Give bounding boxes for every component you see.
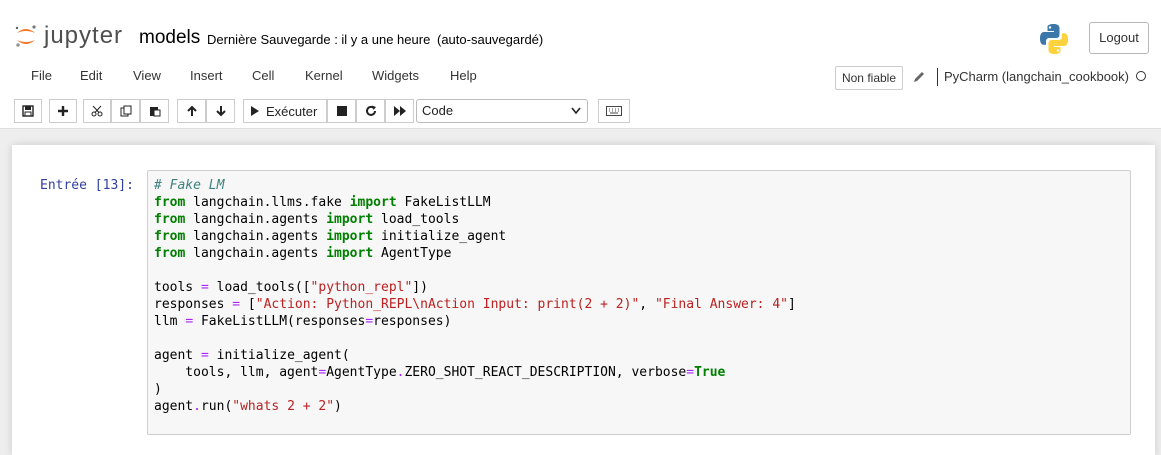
restart-run-all-button[interactable] xyxy=(385,99,414,123)
code-line: from langchain.agents import AgentType xyxy=(154,246,452,261)
code-line: tools = load_tools(["python_repl"]) xyxy=(154,280,428,295)
menu-kernel[interactable]: Kernel xyxy=(305,68,343,83)
menu-view[interactable]: View xyxy=(133,68,161,83)
pencil-icon[interactable] xyxy=(912,70,926,84)
cell-type-value: Code xyxy=(422,103,454,118)
logo-text: jupyter xyxy=(44,22,124,49)
keyboard-icon xyxy=(606,106,622,116)
save-icon xyxy=(22,105,34,117)
comment: # Fake LM xyxy=(154,178,225,193)
code-line: tools, llm, agent=AgentType.ZERO_SHOT_RE… xyxy=(154,365,726,380)
paste-button[interactable] xyxy=(140,99,169,123)
kernel-name[interactable]: PyCharm (langchain_cookbook) xyxy=(944,69,1129,84)
paste-icon xyxy=(149,107,160,117)
menu-widgets[interactable]: Widgets xyxy=(372,68,419,83)
move-up-button[interactable] xyxy=(177,99,206,123)
code-editor[interactable]: # Fake LM from langchain.llms.fake impor… xyxy=(154,177,796,415)
checkpoint-status: Dernière Sauvegarde : il y a une heure xyxy=(207,32,431,47)
menu-insert[interactable]: Insert xyxy=(190,68,223,83)
code-line: agent.run("whats 2 + 2") xyxy=(154,399,342,414)
insert-cell-button[interactable] xyxy=(49,99,77,123)
run-button[interactable]: Exécuter xyxy=(243,99,327,123)
code-cell[interactable]: # Fake LM from langchain.llms.fake impor… xyxy=(147,170,1131,435)
logout-button[interactable]: Logout xyxy=(1089,22,1149,54)
arrow-up-icon xyxy=(186,105,197,116)
jupyter-logo-icon xyxy=(15,25,36,47)
trust-indicator[interactable]: Non fiable xyxy=(835,66,903,90)
cut-icon xyxy=(91,105,103,117)
stop-icon xyxy=(336,106,347,116)
save-button[interactable] xyxy=(14,99,42,123)
code-line: responses = ["Action: Python_REPL\nActio… xyxy=(154,297,796,312)
code-line: # Fake LM xyxy=(154,178,224,193)
kernel-separator xyxy=(937,68,938,86)
input-prompt: Entrée [13]: xyxy=(40,178,134,193)
chevron-down-icon xyxy=(571,107,581,115)
arrow-down-icon xyxy=(215,106,226,117)
code-line: from langchain.agents import initialize_… xyxy=(154,229,507,244)
menu-file[interactable]: File xyxy=(31,68,52,83)
menu-help[interactable]: Help xyxy=(450,68,477,83)
copy-button[interactable] xyxy=(111,99,140,123)
interrupt-button[interactable] xyxy=(327,99,356,123)
jupyter-logo[interactable]: jupyter xyxy=(14,22,124,54)
autosave-status: (auto-sauvegardé) xyxy=(437,32,544,47)
notebook-name[interactable]: models xyxy=(139,27,200,49)
plus-icon xyxy=(58,106,68,116)
code-line: agent = initialize_agent( xyxy=(154,348,350,363)
fast-forward-icon xyxy=(393,106,406,116)
cell-type-select[interactable]: Code xyxy=(416,99,588,123)
code-line: from langchain.agents import load_tools xyxy=(154,212,460,227)
kernel-status-indicator xyxy=(1136,71,1146,81)
run-label: Exécuter xyxy=(266,103,318,119)
cut-button[interactable] xyxy=(83,99,111,123)
code-line: ) xyxy=(154,382,162,397)
code-line: from langchain.llms.fake import FakeList… xyxy=(154,195,491,210)
restart-button[interactable] xyxy=(356,99,385,123)
restart-icon xyxy=(365,105,376,116)
menu-edit[interactable]: Edit xyxy=(80,68,102,83)
header: jupyter models Dernière Sauvegarde : il … xyxy=(0,0,1161,129)
menu-cell[interactable]: Cell xyxy=(252,68,274,83)
copy-icon xyxy=(120,105,131,117)
move-down-button[interactable] xyxy=(206,99,235,123)
python-logo-icon xyxy=(1040,24,1068,54)
command-palette-button[interactable] xyxy=(598,99,630,123)
code-line: llm = FakeListLLM(responses=responses) xyxy=(154,314,452,329)
play-icon xyxy=(251,106,259,116)
